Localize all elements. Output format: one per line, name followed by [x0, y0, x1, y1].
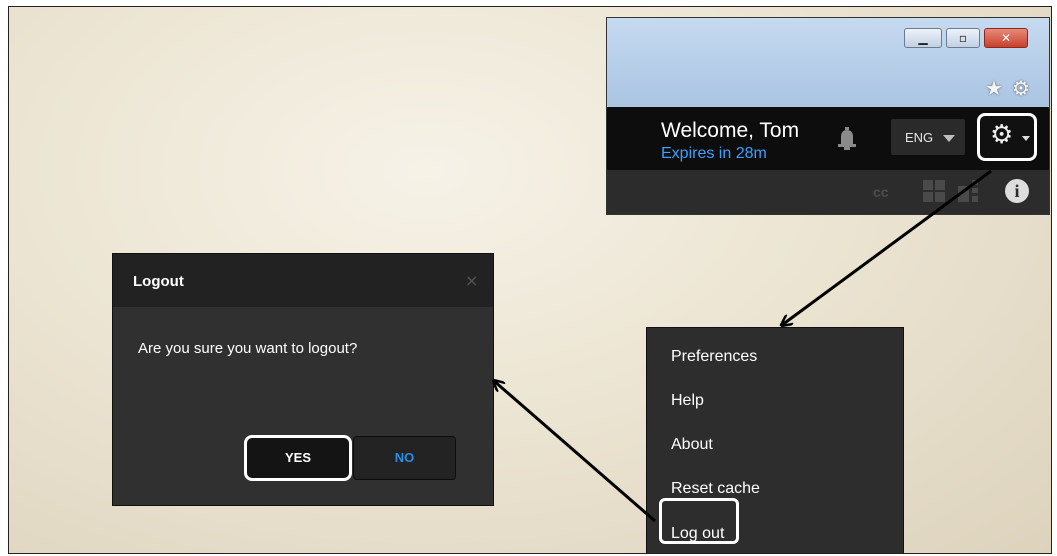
no-button[interactable]: NO [353, 436, 456, 480]
chevron-down-icon [943, 135, 955, 142]
logout-dialog: Logout × Are you sure you want to logout… [112, 253, 494, 506]
language-label: ENG [905, 130, 934, 145]
language-selector[interactable]: ENG [891, 119, 965, 155]
chevron-down-icon [1022, 136, 1030, 141]
side-panel-icon[interactable] [958, 180, 978, 202]
menu-item-reset-cache[interactable]: Reset cache [671, 480, 760, 498]
minimize-icon: ▁ [918, 31, 928, 45]
minimize-button[interactable]: ▁ [904, 28, 942, 48]
yes-button[interactable]: YES [244, 435, 352, 481]
close-icon[interactable]: × [465, 271, 478, 290]
browser-window: ▁ ▫ ✕ ★ ⚙ Welcome, Tom Expires in 28m EN… [606, 17, 1050, 215]
maximize-button[interactable]: ▫ [946, 28, 980, 48]
gear-icon: ⚙ [990, 120, 1014, 150]
settings-dropdown-menu: Preferences Help About Reset cache Log o… [646, 327, 904, 553]
log-out-highlight [659, 498, 739, 544]
dialog-header: Logout × [113, 254, 493, 307]
menu-item-help[interactable]: Help [671, 392, 704, 410]
close-window-button[interactable]: ✕ [984, 28, 1028, 48]
menu-item-about[interactable]: About [671, 436, 713, 454]
secondary-toolbar: cc i [607, 170, 1049, 214]
gear-icon[interactable]: ⚙ [1012, 76, 1030, 100]
info-icon[interactable]: i [1005, 179, 1029, 203]
settings-menu-button[interactable]: ⚙ [977, 113, 1037, 161]
welcome-text: Welcome, Tom [661, 119, 800, 142]
close-icon: ✕ [1000, 31, 1012, 45]
menu-item-preferences[interactable]: Preferences [671, 348, 757, 366]
star-icon[interactable]: ★ [985, 76, 1003, 100]
grid-view-icon[interactable] [923, 180, 945, 202]
bell-icon[interactable] [837, 127, 857, 151]
arrow-logout-to-dialog [494, 381, 656, 523]
session-expiry-text: Expires in 28m [661, 145, 767, 162]
dialog-message: Are you sure you want to logout? [138, 340, 358, 357]
window-titlebar: ▁ ▫ ✕ ★ ⚙ [607, 18, 1049, 107]
screenshot-canvas: ▁ ▫ ✕ ★ ⚙ Welcome, Tom Expires in 28m EN… [8, 6, 1052, 554]
app-header: Welcome, Tom Expires in 28m ENG ⚙ [607, 107, 1049, 170]
maximize-icon: ▫ [958, 31, 968, 45]
dialog-title: Logout [133, 273, 184, 290]
closed-captions-icon[interactable]: cc [873, 184, 889, 200]
